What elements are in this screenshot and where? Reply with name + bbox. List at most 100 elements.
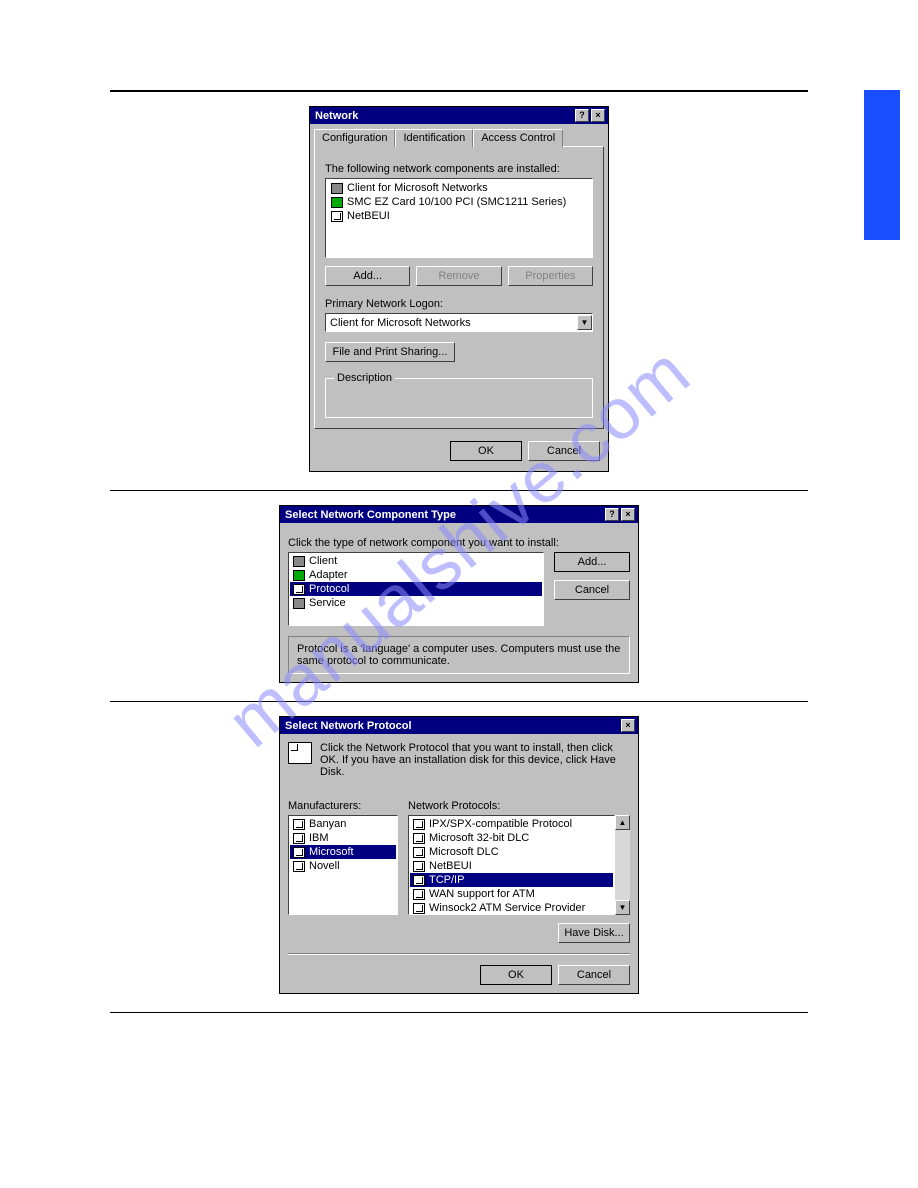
add-button[interactable]: Add...	[325, 266, 410, 286]
close-button[interactable]: ×	[621, 719, 635, 732]
list-item-label: TCP/IP	[429, 873, 464, 887]
list-item[interactable]: NetBEUI	[410, 859, 613, 873]
list-item-label: Protocol	[309, 582, 349, 596]
select-protocol-instruction: Click the Network Protocol that you want…	[320, 742, 630, 778]
protocols-scrollbar[interactable]: ▲ ▼	[615, 815, 630, 915]
list-item[interactable]: Novell	[290, 859, 396, 873]
list-item-label: SMC EZ Card 10/100 PCI (SMC1211 Series)	[347, 195, 566, 209]
properties-button[interactable]: Properties	[508, 266, 593, 286]
scroll-down-icon[interactable]: ▼	[615, 900, 630, 915]
list-item-label: NetBEUI	[429, 859, 472, 873]
divider	[110, 490, 808, 491]
list-item[interactable]: Microsoft	[290, 845, 396, 859]
close-button[interactable]: ×	[591, 109, 605, 122]
hint-text: Protocol is a 'language' a computer uses…	[297, 643, 620, 667]
divider	[110, 90, 808, 92]
description-group: Description	[325, 372, 593, 418]
adapter-icon	[293, 570, 305, 581]
protocols-listbox[interactable]: IPX/SPX-compatible Protocol Microsoft 32…	[408, 815, 615, 915]
list-item[interactable]: Winsock2 ATM Service Provider	[410, 901, 613, 915]
list-item[interactable]: Microsoft DLC	[410, 845, 613, 859]
network-titlebar[interactable]: Network ? ×	[310, 107, 608, 124]
list-item-label: IPX/SPX-compatible Protocol	[429, 817, 572, 831]
list-item[interactable]: Microsoft 32-bit DLC	[410, 831, 613, 845]
list-item-label: Novell	[309, 859, 340, 873]
component-type-hint: Protocol is a 'language' a computer uses…	[288, 636, 630, 674]
protocol-icon	[413, 889, 425, 900]
list-item[interactable]: TCP/IP	[410, 873, 613, 887]
protocol-icon	[293, 861, 305, 872]
protocol-icon	[293, 833, 305, 844]
file-print-sharing-button[interactable]: File and Print Sharing...	[325, 342, 455, 362]
component-type-titlebar[interactable]: Select Network Component Type ? ×	[280, 506, 638, 523]
cancel-button[interactable]: Cancel	[528, 441, 600, 461]
component-type-dialog: Select Network Component Type ? × Click …	[279, 505, 639, 683]
cancel-button[interactable]: Cancel	[558, 965, 630, 985]
protocol-icon	[293, 584, 305, 595]
list-item-label: Microsoft 32-bit DLC	[429, 831, 529, 845]
list-item[interactable]: NetBEUI	[328, 209, 590, 223]
components-listbox[interactable]: Client for Microsoft Networks SMC EZ Car…	[325, 178, 593, 258]
divider	[110, 1012, 808, 1013]
list-item[interactable]: Banyan	[290, 817, 396, 831]
ok-button[interactable]: OK	[450, 441, 522, 461]
list-item-label: Banyan	[309, 817, 346, 831]
component-type-listbox[interactable]: Client Adapter Protocol Service	[288, 552, 544, 626]
help-button[interactable]: ?	[575, 109, 589, 122]
list-item[interactable]: Client	[290, 554, 542, 568]
add-button[interactable]: Add...	[554, 552, 630, 572]
page-side-tab	[864, 90, 900, 240]
network-dialog: Network ? × Configuration Identification…	[309, 106, 609, 472]
list-item-label: Client	[309, 554, 337, 568]
help-button[interactable]: ?	[605, 508, 619, 521]
scroll-up-icon[interactable]: ▲	[615, 815, 630, 830]
component-type-prompt: Click the type of network component you …	[288, 537, 630, 549]
list-item[interactable]: Service	[290, 596, 542, 610]
close-button[interactable]: ×	[621, 508, 635, 521]
list-item-label: WAN support for ATM	[429, 887, 535, 901]
list-item-label: Winsock2 ATM Service Provider	[429, 901, 585, 915]
client-icon	[293, 556, 305, 567]
protocol-icon	[413, 903, 425, 914]
network-title: Network	[313, 110, 573, 122]
protocol-icon	[413, 847, 425, 858]
list-item[interactable]: WAN support for ATM	[410, 887, 613, 901]
service-icon	[293, 598, 305, 609]
list-item-label: NetBEUI	[347, 209, 390, 223]
list-item[interactable]: IBM	[290, 831, 396, 845]
list-item-label: IBM	[309, 831, 329, 845]
list-item-label: Adapter	[309, 568, 348, 582]
list-item[interactable]: IPX/SPX-compatible Protocol	[410, 817, 613, 831]
tab-configuration[interactable]: Configuration	[314, 129, 395, 147]
protocol-icon	[293, 819, 305, 830]
tab-identification[interactable]: Identification	[395, 129, 473, 147]
tab-access-control[interactable]: Access Control	[473, 129, 563, 147]
list-item[interactable]: Client for Microsoft Networks	[328, 181, 590, 195]
list-item-label: Client for Microsoft Networks	[347, 181, 488, 195]
select-protocol-dialog: Select Network Protocol × Click the Netw…	[279, 716, 639, 994]
divider	[110, 701, 808, 702]
list-item[interactable]: Adapter	[290, 568, 542, 582]
protocol-icon	[413, 833, 425, 844]
dropdown-value: Client for Microsoft Networks	[326, 317, 577, 329]
manufacturers-label: Manufacturers:	[288, 800, 398, 812]
manufacturers-listbox[interactable]: Banyan IBM Microsoft Novell	[288, 815, 398, 915]
have-disk-button[interactable]: Have Disk...	[558, 923, 630, 943]
client-icon	[331, 183, 343, 194]
ok-button[interactable]: OK	[480, 965, 552, 985]
list-item-label: Microsoft DLC	[429, 845, 499, 859]
list-item[interactable]: SMC EZ Card 10/100 PCI (SMC1211 Series)	[328, 195, 590, 209]
cancel-button[interactable]: Cancel	[554, 580, 630, 600]
protocol-icon	[413, 819, 425, 830]
chevron-down-icon[interactable]: ▼	[577, 315, 592, 330]
list-item[interactable]: Protocol	[290, 582, 542, 596]
scroll-track[interactable]	[615, 830, 630, 900]
list-item-label: Microsoft	[309, 845, 354, 859]
protocol-icon	[331, 211, 343, 222]
network-tabs: Configuration Identification Access Cont…	[310, 124, 608, 146]
select-protocol-title: Select Network Protocol	[283, 720, 619, 732]
primary-logon-dropdown[interactable]: Client for Microsoft Networks ▼	[325, 313, 593, 332]
remove-button[interactable]: Remove	[416, 266, 501, 286]
select-protocol-titlebar[interactable]: Select Network Protocol ×	[280, 717, 638, 734]
logon-label: Primary Network Logon:	[325, 298, 593, 310]
